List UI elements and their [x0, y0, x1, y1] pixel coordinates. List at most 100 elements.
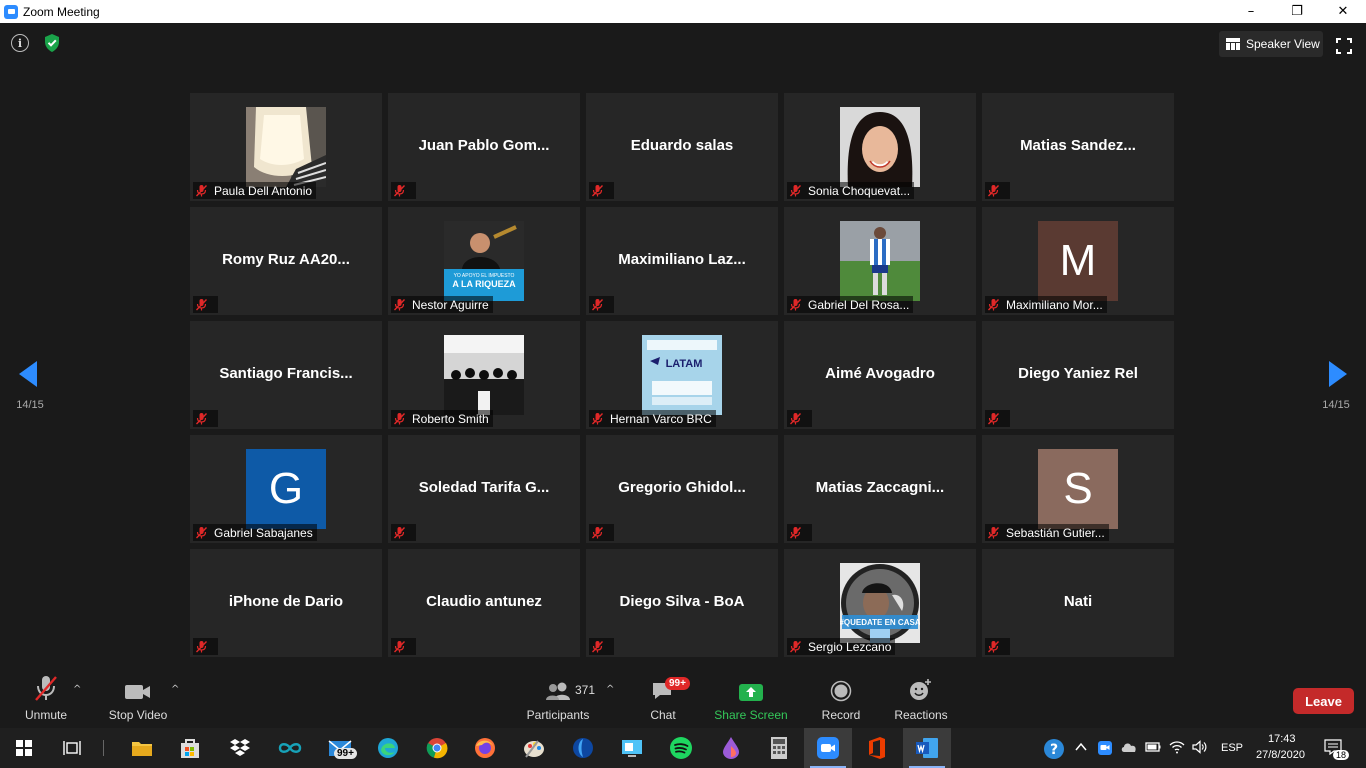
blue-swirl-icon	[573, 738, 593, 758]
participant-tile[interactable]: G Gabriel Sabajanes	[190, 435, 382, 543]
fullscreen-icon[interactable]	[1336, 38, 1352, 54]
onedrive-cloud-icon[interactable]	[1120, 740, 1138, 754]
participant-tile[interactable]: YO APOYO EL IMPUESTO A LA RIQUEZA Nestor A…	[388, 207, 580, 315]
minimize-button[interactable]: –	[1228, 0, 1274, 23]
next-page-button[interactable]: 14/15	[1316, 360, 1356, 411]
dropbox-app[interactable]	[216, 728, 264, 768]
firefox-app[interactable]	[461, 728, 509, 768]
reactions-button[interactable]: Reactions	[893, 670, 949, 728]
participant-display-name: Gregorio Ghidol...	[618, 479, 746, 496]
participant-tile[interactable]: Nati	[982, 549, 1174, 657]
battery-icon[interactable]	[1145, 740, 1161, 754]
clock-time[interactable]: 17:43	[1268, 733, 1296, 745]
meeting-topbar: i Speaker View	[0, 23, 1366, 68]
participant-tile[interactable]: Claudio antunez	[388, 549, 580, 657]
office-app[interactable]	[853, 728, 901, 768]
participant-tile[interactable]: #QUEDATE EN CASA Sergio Lezcano	[784, 549, 976, 657]
participant-tile[interactable]: Roberto Smith	[388, 321, 580, 429]
encryption-shield-icon[interactable]	[43, 33, 61, 53]
task-view-button[interactable]	[48, 728, 96, 768]
muted-mic-icon	[591, 641, 604, 653]
participant-name-label: Maximiliano Mor...	[985, 296, 1107, 313]
participant-name-label	[193, 638, 218, 655]
muted-mic-icon	[195, 185, 208, 197]
participant-tile[interactable]: iPhone de Dario	[190, 549, 382, 657]
speaker-view-label: Speaker View	[1246, 37, 1320, 51]
mail-app[interactable]: 99+	[316, 728, 364, 768]
spotify-app[interactable]	[657, 728, 705, 768]
gallery-grid: Paula Dell Antonio Juan Pablo Gom... Eduar…	[190, 93, 1176, 658]
participant-tile[interactable]: LATAM Hernan Varco BRC	[586, 321, 778, 429]
participant-name: Hernan Varco BRC	[610, 411, 712, 426]
paint-app[interactable]	[510, 728, 558, 768]
participant-display-name: Soledad Tarifa G...	[418, 479, 550, 496]
window-title: Zoom Meeting	[23, 4, 100, 19]
speaker-view-button[interactable]: Speaker View	[1219, 31, 1323, 57]
participants-options-caret[interactable]: ^	[606, 684, 614, 695]
participants-button[interactable]: Participants	[525, 670, 591, 728]
participant-tile[interactable]: Gregorio Ghidol...	[586, 435, 778, 543]
muted-mic-icon	[789, 527, 802, 539]
participant-tile[interactable]: Sonia Choquevat...	[784, 93, 976, 201]
participant-display-name: Romy Ruz AA20...	[222, 251, 350, 268]
volume-icon[interactable]	[1192, 740, 1208, 754]
close-button[interactable]: ✕	[1320, 0, 1366, 23]
record-button[interactable]: Record	[819, 670, 863, 728]
clock-date[interactable]: 27/8/2020	[1256, 749, 1305, 761]
share-screen-button[interactable]: Share Screen	[714, 670, 788, 728]
photo-caption: LATAM	[666, 358, 703, 370]
computer-icon	[622, 740, 642, 757]
participant-tile[interactable]: Romy Ruz AA20...	[190, 207, 382, 315]
wifi-icon[interactable]	[1169, 740, 1185, 754]
edge-app[interactable]	[364, 728, 412, 768]
unmute-button[interactable]: Unmute	[20, 670, 72, 728]
audio-options-caret[interactable]: ^	[73, 684, 81, 695]
zoom-tray-icon[interactable]	[1097, 740, 1113, 756]
participant-name: Sonia Choquevat...	[808, 183, 911, 198]
meeting-info-icon[interactable]: i	[11, 34, 29, 52]
participant-tile[interactable]: Santiago Francis...	[190, 321, 382, 429]
start-button[interactable]	[0, 728, 48, 768]
app-blue-icon[interactable]	[559, 728, 607, 768]
participant-tile[interactable]: Aimé Avogadro	[784, 321, 976, 429]
participant-name-label	[391, 524, 416, 541]
participant-tile[interactable]: Soledad Tarifa G...	[388, 435, 580, 543]
stop-video-button[interactable]: Stop Video	[106, 670, 170, 728]
participant-tile[interactable]: Maximiliano Laz...	[586, 207, 778, 315]
chrome-app[interactable]	[413, 728, 461, 768]
participant-tile[interactable]: Eduardo salas	[586, 93, 778, 201]
input-language[interactable]: ESP	[1221, 742, 1243, 754]
firefox-browser-icon	[475, 738, 495, 758]
chat-label: Chat	[650, 708, 676, 722]
participant-tile[interactable]: Matias Sandez...	[982, 93, 1174, 201]
video-options-caret[interactable]: ^	[171, 684, 179, 695]
drop-app[interactable]	[707, 728, 755, 768]
svg-text:?: ?	[1050, 742, 1058, 758]
show-hidden-icons-chevron-icon[interactable]	[1074, 740, 1088, 754]
help-icon[interactable]: ?	[1043, 738, 1065, 760]
calculator-app[interactable]	[755, 728, 803, 768]
participant-tile[interactable]: S Sebastián Gutier...	[982, 435, 1174, 543]
file-explorer-app[interactable]	[118, 728, 166, 768]
maximize-button[interactable]: ❐	[1274, 0, 1320, 23]
participant-tile[interactable]: Paula Dell Antonio	[190, 93, 382, 201]
shopping-bag-icon	[181, 739, 199, 758]
participant-tile[interactable]: Matias Zaccagni...	[784, 435, 976, 543]
participant-tile[interactable]: Diego Yaniez Rel	[982, 321, 1174, 429]
arduino-app[interactable]	[266, 728, 314, 768]
participant-name-label: Gabriel Del Rosa...	[787, 296, 914, 313]
zoom-app[interactable]	[804, 728, 852, 768]
participant-tile[interactable]: Diego Silva - BoA	[586, 549, 778, 657]
store-app[interactable]	[166, 728, 214, 768]
participant-display-name: iPhone de Dario	[228, 593, 344, 610]
word-app[interactable]	[903, 728, 951, 768]
leave-button[interactable]: Leave	[1293, 688, 1354, 714]
participant-display-name: Nati	[1063, 593, 1093, 610]
participant-tile[interactable]: M Maximiliano Mor...	[982, 207, 1174, 315]
participant-photo	[840, 107, 920, 187]
participant-tile[interactable]: Juan Pablo Gom...	[388, 93, 580, 201]
previous-page-button[interactable]: 14/15	[10, 360, 50, 411]
control-panel-app[interactable]	[608, 728, 656, 768]
participant-tile[interactable]: Gabriel Del Rosa...	[784, 207, 976, 315]
participant-name: Nestor Aguirre	[412, 297, 489, 312]
